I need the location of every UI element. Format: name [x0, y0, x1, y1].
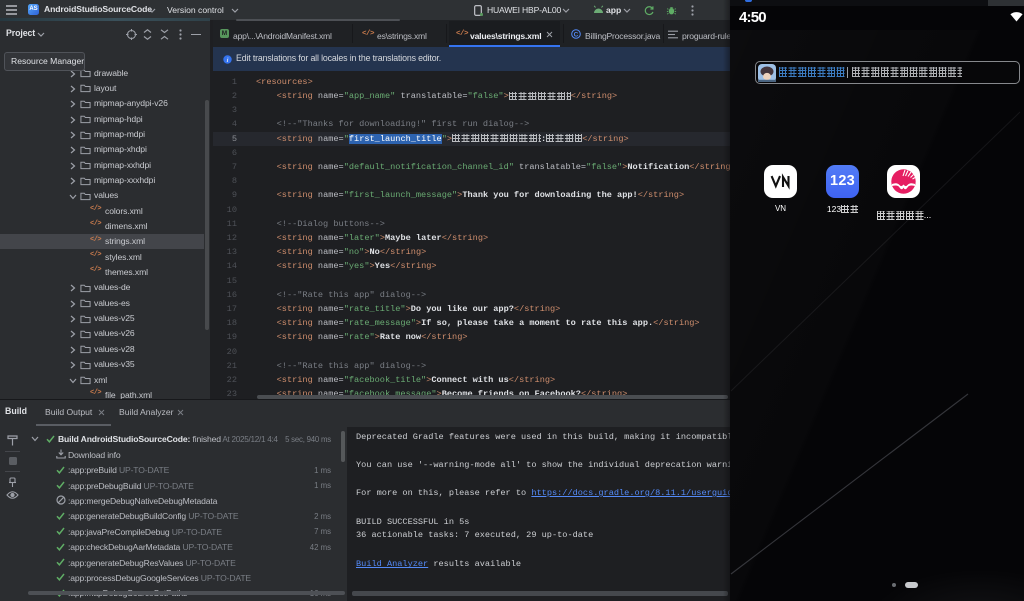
svg-text:i: i — [227, 57, 229, 64]
svg-text:C: C — [574, 31, 579, 38]
